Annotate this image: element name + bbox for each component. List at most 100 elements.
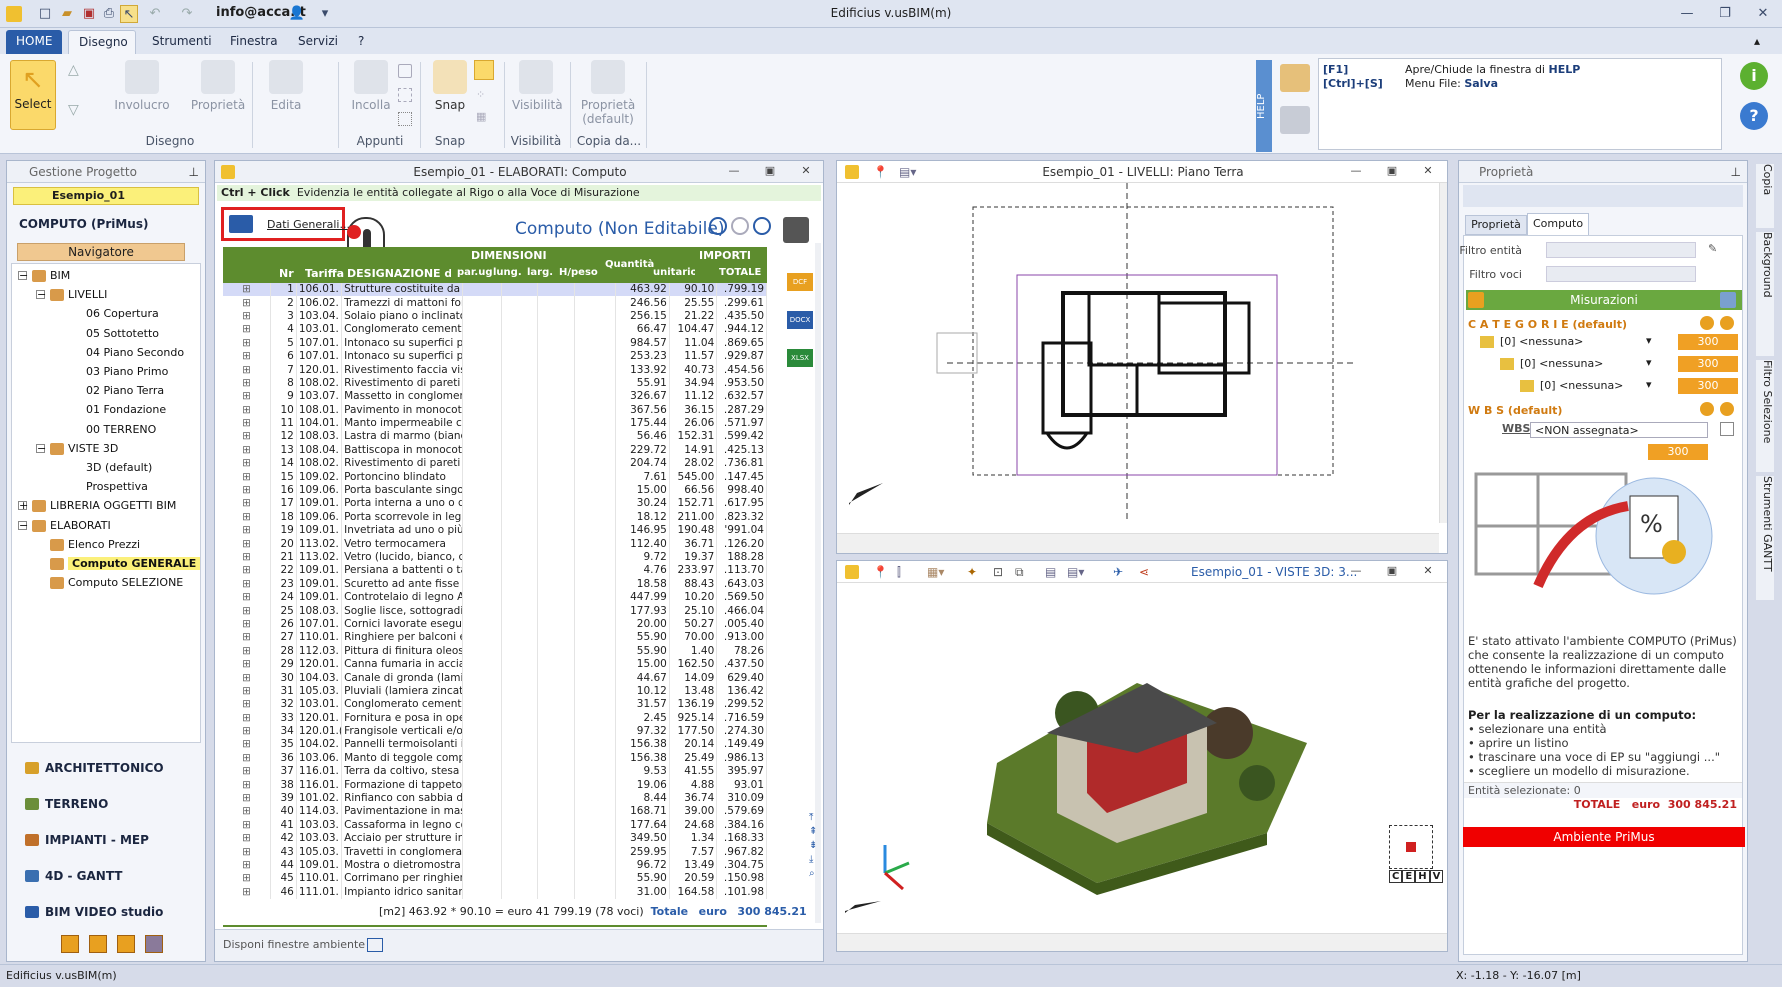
- view3d-close-icon[interactable]: ✕: [1421, 564, 1435, 578]
- down-triangle-icon[interactable]: ▽: [68, 102, 79, 118]
- view3d-maximize-icon[interactable]: ▣: [1385, 564, 1399, 578]
- module-shortcut-icon[interactable]: [145, 935, 163, 953]
- tree-toggle-icon[interactable]: −: [36, 443, 46, 454]
- category-dropdown-1-icon[interactable]: ▾: [1646, 334, 1652, 347]
- table-row[interactable]: ⊞24109.01.Controtelaio di legno Abet 447.…: [223, 590, 767, 605]
- snap-button[interactable]: Snap: [428, 60, 472, 112]
- 3d-model-view[interactable]: [837, 583, 1437, 933]
- restore-icon[interactable]: ❐: [1716, 5, 1734, 23]
- category-dropdown-2-icon[interactable]: ▾: [1646, 356, 1652, 369]
- properties-pin-icon[interactable]: ⊥: [1731, 161, 1741, 183]
- copy-icon[interactable]: [398, 64, 412, 78]
- table-row[interactable]: ⊞26107.01.Cornici lavorate eseguite c 20.…: [223, 617, 767, 632]
- project-name[interactable]: Esempio_01: [13, 187, 199, 205]
- table-row[interactable]: ⊞5107.01.Intonaco su superfici piane 984.…: [223, 336, 767, 350]
- minimize-icon[interactable]: —: [1678, 5, 1696, 23]
- plan-v-scrollbar[interactable]: [1439, 183, 1447, 523]
- table-row[interactable]: ⊞40114.03.Pavimentazione in masselli 168.…: [223, 805, 767, 819]
- table-row[interactable]: ⊞11104.01.Manto impermeabile costit 175.4…: [223, 416, 767, 431]
- wbs-info-icon[interactable]: [1700, 402, 1714, 416]
- help-side-tab[interactable]: HELP: [1256, 60, 1272, 152]
- plan-maximize-icon[interactable]: ▣: [1385, 164, 1399, 178]
- table-row[interactable]: ⊞42103.03.Acciaio per strutture in ce 349…: [223, 832, 767, 846]
- tree-item[interactable]: Elenco Prezzi: [68, 538, 140, 551]
- tree-item[interactable]: 01 Fondazione: [86, 403, 166, 416]
- up-triangle-icon[interactable]: △: [68, 62, 79, 78]
- table-row[interactable]: ⊞44109.01.Mostra o dietromostra di le 96.…: [223, 858, 767, 873]
- tab-computo[interactable]: Computo: [1527, 213, 1589, 235]
- table-row[interactable]: ⊞ 20 113.02. Vetro termocamera 112.40 36.71.1…: [223, 537, 767, 551]
- tree-item[interactable]: 3D (default): [86, 461, 152, 474]
- dati-generali-link[interactable]: Dati Generali...: [267, 218, 350, 231]
- view-tools-icon[interactable]: [753, 217, 771, 235]
- categorie-collapse-icon[interactable]: [1720, 316, 1734, 330]
- table-row[interactable]: ⊞7120.01.Rivestimento faccia vista i 133.…: [223, 363, 767, 377]
- edita-button[interactable]: Edita: [264, 60, 308, 112]
- tree-item[interactable]: Computo SELEZIONE: [68, 576, 183, 589]
- tree-item[interactable]: 00 TERRENO: [86, 423, 156, 436]
- module-item[interactable]: ARCHITETTONICO: [25, 761, 164, 775]
- tab-strumenti[interactable]: Strumenti: [142, 30, 222, 54]
- question-icon[interactable]: ?: [1740, 102, 1768, 130]
- help-video-icon[interactable]: [1280, 106, 1310, 134]
- pin-icon[interactable]: ⊥: [189, 161, 199, 183]
- view3d-light-icon[interactable]: ✦: [967, 561, 977, 583]
- ribbon-expand-icon[interactable]: ▴: [1754, 34, 1760, 48]
- table-row[interactable]: ⊞21113.02.Vetro (lucido, bianco, colo 9.7…: [223, 550, 767, 565]
- table-row[interactable]: ⊞8108.02.Rivestimento di pareti este 55.9…: [223, 376, 767, 391]
- tab-disegno[interactable]: Disegno: [68, 30, 136, 54]
- module-shortcut-icon[interactable]: [61, 935, 79, 953]
- view3d-zoom-icon[interactable]: ⊡: [993, 561, 1003, 583]
- export-dcf-icon[interactable]: DCF: [787, 273, 813, 291]
- table-row[interactable]: ⊞23109.01.Scuretto ad ante fisse o ri 18.…: [223, 577, 767, 591]
- module-shortcut-icon[interactable]: [117, 935, 135, 953]
- tree-item[interactable]: 06 Copertura: [86, 307, 159, 320]
- table-row[interactable]: ⊞9103.07.Massetto in conglomerato 326.671…: [223, 390, 767, 404]
- snap-grid-icon[interactable]: ⁘: [476, 88, 485, 101]
- categorie-info-icon[interactable]: [1700, 316, 1714, 330]
- proprieta-button[interactable]: Proprietà: [188, 60, 248, 112]
- tree-toggle-icon[interactable]: −: [36, 289, 46, 300]
- table-row[interactable]: ⊞39101.02.Rinfianco con sabbia di tub 8.4…: [223, 791, 767, 806]
- table-row[interactable]: ⊞16109.06.Porta basculante singola p 15.0…: [223, 483, 767, 498]
- tab-servizi[interactable]: Servizi: [288, 30, 348, 54]
- table-row[interactable]: ⊞31105.03.Pluviali (lamiera zincata pre 1…: [223, 684, 767, 699]
- table-row[interactable]: ⊞27110.01.Ringhiere per balconi e sca 55.…: [223, 631, 767, 645]
- table-row[interactable]: ⊞41103.03.Cassaforma in legno comp 177.64…: [223, 818, 767, 833]
- view3d-texture-icon[interactable]: ▦▾: [927, 561, 944, 583]
- module-item[interactable]: BIM VIDEO studio: [25, 905, 163, 919]
- select-button[interactable]: ↖ Select: [10, 60, 56, 130]
- side-tab-copia[interactable]: Copia: [1756, 164, 1774, 228]
- tab-finestra[interactable]: Finestra: [220, 30, 288, 54]
- tree-toggle-icon[interactable]: −: [18, 270, 28, 281]
- side-tab-filtro-selezione[interactable]: Filtro Selezione: [1756, 360, 1774, 472]
- floor-plan-drawing[interactable]: [837, 183, 1437, 543]
- table-row[interactable]: ⊞4103.01.Conglomerato cementizio p 66.471…: [223, 323, 767, 337]
- wbs-collapse-icon[interactable]: [1720, 402, 1734, 416]
- view-mode-v[interactable]: V: [1429, 870, 1444, 883]
- table-row[interactable]: ⊞35104.02.Pannelli termoisolanti in po 15…: [223, 738, 767, 752]
- table-row[interactable]: ⊞19109.01.Invetriata ad uno o più ba 146.…: [223, 524, 767, 538]
- table-row[interactable]: ⊞3103.04.Solaio piano o inclinato a s 256…: [223, 309, 767, 324]
- view3d-share-icon[interactable]: ⋖: [1139, 561, 1149, 583]
- misurazioni-bar[interactable]: Misurazioni: [1466, 290, 1742, 310]
- visibilita-button[interactable]: Visibilità: [512, 60, 563, 112]
- arrange-windows-icon[interactable]: [367, 938, 383, 952]
- tree-item[interactable]: LIBRERIA OGGETTI BIM: [50, 499, 176, 512]
- tree-item[interactable]: 04 Piano Secondo: [86, 346, 184, 359]
- view-mode-c[interactable]: C: [1389, 870, 1403, 883]
- table-row[interactable]: ⊞6107.01.Intonaco su superfici piane 253.…: [223, 349, 767, 364]
- tab-proprieta[interactable]: Proprietà: [1465, 215, 1527, 235]
- category-select-1[interactable]: [0] <nessuna>: [1500, 334, 1650, 350]
- wbs-select[interactable]: <NON assegnata>: [1530, 422, 1708, 438]
- table-row[interactable]: ⊞34120.01.(Frangisole verticali e/o oriz…: [223, 724, 767, 739]
- tree-item[interactable]: LIVELLI: [68, 288, 107, 301]
- view-mode-h[interactable]: H: [1415, 870, 1430, 883]
- table-row[interactable]: ⊞28112.03.Pittura di finitura oleosinte 5…: [223, 644, 767, 658]
- table-row[interactable]: ⊞22109.01.Persiana a battenti o tapp 4.76…: [223, 564, 767, 578]
- snap-ortho-icon[interactable]: ▦: [476, 110, 486, 123]
- export-docx-icon[interactable]: DOCX: [787, 311, 813, 329]
- tree-item[interactable]: Prospettiva: [86, 480, 148, 493]
- tree-item[interactable]: BIM: [50, 269, 70, 282]
- category-select-3[interactable]: [0] <nessuna>: [1540, 378, 1650, 394]
